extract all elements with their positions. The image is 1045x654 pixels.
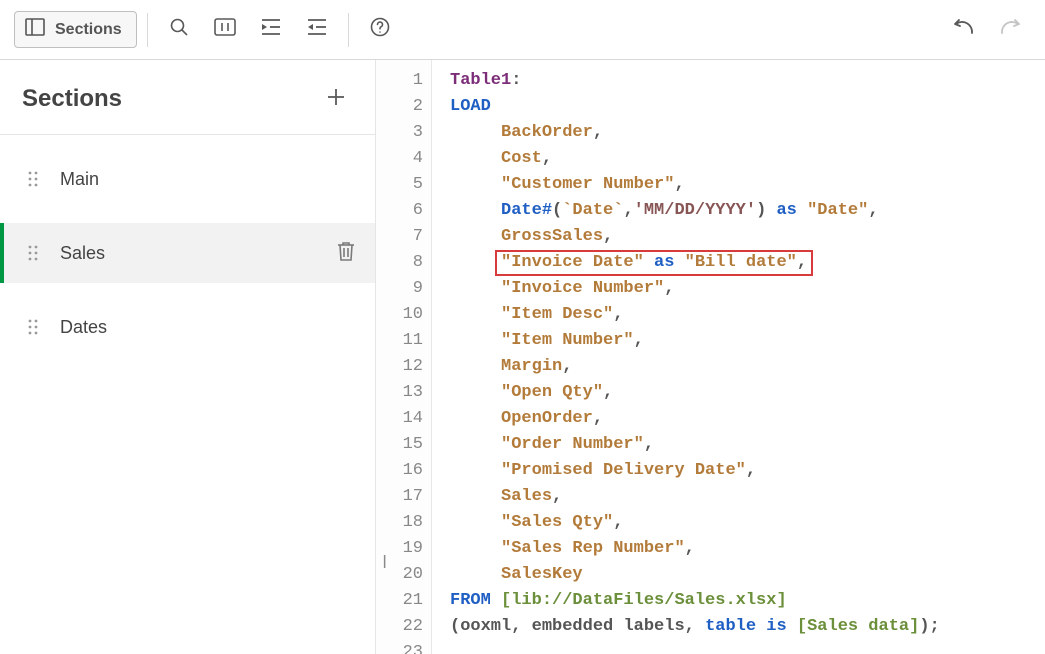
code-line[interactable]: "Item Desc", (450, 302, 940, 328)
line-number: 8 (376, 250, 423, 276)
line-number: 7 (376, 224, 423, 250)
code-line[interactable] (450, 640, 940, 654)
code-line[interactable]: GrossSales, (450, 224, 940, 250)
drag-handle-icon[interactable] (28, 244, 42, 262)
code-line[interactable]: "Customer Number", (450, 172, 940, 198)
line-number-gutter: 1234567891011121314151617181920212223 (376, 60, 432, 654)
section-item-dates[interactable]: Dates (0, 297, 375, 357)
code-line[interactable]: OpenOrder, (450, 406, 940, 432)
line-number: 17 (376, 484, 423, 510)
plus-icon (326, 87, 346, 112)
indent-icon (260, 18, 282, 41)
section-item-label: Sales (60, 243, 319, 264)
undo-button[interactable] (943, 9, 985, 51)
code-line[interactable]: Table1: (450, 68, 940, 94)
highlighted-code: "Invoice Date" as "Bill date", (501, 250, 807, 276)
section-item-label: Dates (60, 317, 355, 338)
script-editor[interactable]: 1234567891011121314151617181920212223 Ta… (376, 60, 1045, 654)
section-item-sales[interactable]: Sales (0, 223, 375, 283)
code-line[interactable]: Cost, (450, 146, 940, 172)
drag-handle-icon[interactable] (28, 170, 42, 188)
line-number: 10 (376, 302, 423, 328)
line-number: 20 (376, 562, 423, 588)
code-line[interactable]: "Order Number", (450, 432, 940, 458)
sidebar-title: Sections (22, 85, 122, 113)
section-list: Main Sales Dates (0, 149, 375, 371)
delete-section-button[interactable] (337, 241, 355, 266)
line-number: 9 (376, 276, 423, 302)
line-number: 16 (376, 458, 423, 484)
panel-icon (25, 18, 45, 41)
drag-handle-icon[interactable] (28, 318, 42, 336)
code-line[interactable]: Margin, (450, 354, 940, 380)
outdent-icon (306, 18, 328, 41)
help-icon (370, 17, 390, 42)
code-line[interactable]: "Sales Qty", (450, 510, 940, 536)
line-number: 4 (376, 146, 423, 172)
comment-button[interactable] (204, 9, 246, 51)
trash-icon (337, 241, 355, 266)
section-item-main[interactable]: Main (0, 149, 375, 209)
toolbar: Sections (0, 0, 1045, 60)
code-line[interactable]: Sales, (450, 484, 940, 510)
line-number: 18 (376, 510, 423, 536)
line-number: 5 (376, 172, 423, 198)
sections-toggle-label: Sections (55, 21, 122, 39)
line-number: 11 (376, 328, 423, 354)
comment-icon (214, 18, 236, 41)
indent-button[interactable] (250, 9, 292, 51)
search-button[interactable] (158, 9, 200, 51)
code-line[interactable]: Date#(`Date`,'MM/DD/YYYY') as "Date", (450, 198, 940, 224)
code-line[interactable]: "Invoice Number", (450, 276, 940, 302)
line-number: 6 (376, 198, 423, 224)
toolbar-separator (348, 13, 349, 47)
code-line[interactable]: "Open Qty", (450, 380, 940, 406)
sections-sidebar: Sections MainSalesDates || (0, 60, 376, 654)
line-number: 1 (376, 68, 423, 94)
redo-button (989, 9, 1031, 51)
line-number: 2 (376, 94, 423, 120)
sidebar-divider (0, 134, 375, 135)
code-line[interactable]: BackOrder, (450, 120, 940, 146)
code-line[interactable]: "Promised Delivery Date", (450, 458, 940, 484)
redo-icon (998, 17, 1022, 42)
code-area[interactable]: Table1:LOAD BackOrder, Cost, "Customer N… (432, 60, 940, 654)
line-number: 19 (376, 536, 423, 562)
line-number: 21 (376, 588, 423, 614)
sections-toggle-button[interactable]: Sections (14, 11, 137, 48)
code-line[interactable]: LOAD (450, 94, 940, 120)
line-number: 14 (376, 406, 423, 432)
code-line[interactable]: "Sales Rep Number", (450, 536, 940, 562)
add-section-button[interactable] (319, 82, 353, 116)
help-button[interactable] (359, 9, 401, 51)
line-number: 23 (376, 640, 423, 654)
line-number: 22 (376, 614, 423, 640)
undo-icon (952, 17, 976, 42)
main-area: Sections MainSalesDates || 1234567891011… (0, 60, 1045, 654)
outdent-button[interactable] (296, 9, 338, 51)
code-line[interactable]: (ooxml, embedded labels, table is [Sales… (450, 614, 940, 640)
search-icon (169, 17, 189, 42)
code-line[interactable]: "Invoice Date" as "Bill date", (450, 250, 940, 276)
line-number: 15 (376, 432, 423, 458)
code-line[interactable]: "Item Number", (450, 328, 940, 354)
code-line[interactable]: FROM [lib://DataFiles/Sales.xlsx] (450, 588, 940, 614)
line-number: 13 (376, 380, 423, 406)
code-line[interactable]: SalesKey (450, 562, 940, 588)
toolbar-separator (147, 13, 148, 47)
line-number: 12 (376, 354, 423, 380)
line-number: 3 (376, 120, 423, 146)
section-item-label: Main (60, 169, 355, 190)
